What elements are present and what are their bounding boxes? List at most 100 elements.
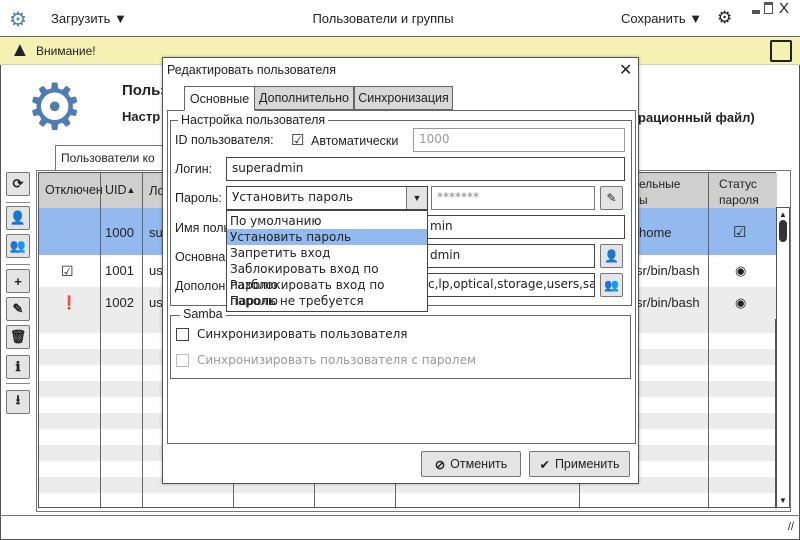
col-pass-status-2: пароля (719, 193, 759, 207)
uid-cell: 1002 (105, 295, 134, 310)
user-icon: 👤 (604, 249, 619, 263)
dialog-title: Редактировать пользователя (167, 63, 336, 77)
edit-button[interactable]: ✎ (6, 297, 30, 321)
dropdown-option[interactable]: Разблокировать вход по паролю (227, 277, 427, 308)
col-uid[interactable]: UID ▲ (105, 183, 135, 197)
password-mode-dropdown: По умолчанию Установить пароль Запретить… (226, 210, 428, 312)
settings-gear-icon[interactable]: ⚙ (717, 8, 732, 28)
col-uid-label: UID (105, 183, 127, 197)
apply-button[interactable]: ✔ Применить (529, 451, 630, 477)
id-label: ID пользователя: (175, 133, 274, 147)
scroll-thumb[interactable] (779, 220, 787, 242)
password-field[interactable]: ******* (431, 186, 595, 210)
cancel-label: Отменить (450, 457, 508, 471)
col-divider (142, 172, 143, 508)
dropdown-option-selected[interactable]: Установить пароль (227, 229, 427, 245)
resize-grip-icon[interactable]: // (788, 521, 794, 533)
select-group-button[interactable]: 👤 (600, 244, 623, 268)
pencil-icon: ✎ (606, 191, 617, 205)
warning-box-icon: ❗ (61, 295, 78, 310)
checkbox-checked-icon: ☑ (733, 224, 747, 241)
dialog-close-button[interactable]: ✕ (619, 60, 632, 80)
sync-password-label: Синхронизировать пользователя с паролем (197, 353, 476, 367)
login-cell: us (149, 263, 163, 278)
import-button[interactable]: ⭳ (6, 390, 30, 414)
dropdown-option[interactable]: Пароль не требуется (227, 293, 427, 309)
maximize-button[interactable] (764, 2, 773, 14)
dropdown-option[interactable]: Заблокировать вход по паролю (227, 261, 427, 292)
page-subtitle-tail: рационный файл) (638, 110, 755, 125)
cancel-button[interactable]: ⊘ Отменить (421, 451, 521, 477)
col-groups-2: ы (639, 193, 648, 207)
uid-cell: 1001 (105, 263, 134, 278)
check-icon: ✔ (539, 457, 550, 472)
dropdown-option[interactable]: По умолчанию (227, 213, 427, 229)
auto-label: Автоматически (311, 134, 399, 148)
extra-groups-label: Дополон (175, 279, 226, 293)
edit-password-button[interactable]: ✎ (600, 186, 623, 210)
password-label: Пароль: (175, 191, 222, 205)
samba-group (170, 315, 631, 379)
uid-field[interactable]: 1000 (413, 128, 625, 152)
page-title: Польз (122, 82, 168, 99)
header-gear-icon: ⚙ (26, 71, 84, 143)
page-subtitle: Настр (122, 109, 161, 124)
delete-button[interactable]: 🗑 (6, 325, 30, 349)
scroll-up-icon[interactable]: ▲ (779, 210, 787, 219)
shell-cell: sr/bin/bash (636, 295, 700, 310)
col-divider (708, 172, 709, 508)
save-lock-icon[interactable] (770, 40, 792, 62)
save-menu[interactable]: Сохранить ▼ (621, 11, 702, 26)
users-icon: 👥 (604, 278, 619, 292)
primary-group-label: Основна (175, 250, 226, 264)
uid-cell: 1000 (105, 225, 134, 240)
tab-basic[interactable]: Основные (184, 86, 255, 111)
col-divider (100, 172, 101, 508)
sync-password-checkbox[interactable]: Синхронизировать пользователя с паролем (176, 353, 476, 367)
radio-dot-icon: ◉ (735, 295, 747, 310)
login-cell: su (149, 225, 163, 240)
caret-down-icon: ▼ (689, 11, 703, 26)
password-mode-select[interactable]: Установить пароль (226, 186, 428, 210)
tab-sync[interactable]: Синхронизация (354, 86, 453, 110)
warning-icon: ▲ (10, 39, 30, 61)
shell-cell: sr/bin/bash (636, 263, 700, 278)
login-label: Логин: (175, 162, 213, 176)
vertical-scrollbar[interactable]: ▲ ▼ (776, 207, 790, 508)
radio-dot-icon: ◉ (735, 263, 747, 278)
groups-button[interactable]: 👥 (6, 234, 30, 258)
shell-cell: home (639, 225, 672, 240)
col-disabled[interactable]: Отключен (45, 183, 103, 197)
refresh-button[interactable]: ⟳ (6, 172, 30, 196)
divider (6, 383, 30, 384)
select-groups-button[interactable]: 👥 (600, 273, 623, 297)
auto-checkbox[interactable]: ☑ (291, 133, 304, 148)
col-groups[interactable]: ельные (639, 177, 680, 191)
dropdown-option[interactable]: Запретить вход (227, 245, 427, 261)
group-title: Настройка пользователя (178, 113, 329, 127)
login-field[interactable]: superadmin (226, 157, 625, 181)
info-button[interactable]: ℹ (6, 355, 30, 379)
tab-users[interactable]: Пользователи ко (55, 145, 170, 171)
save-label: Сохранить (621, 11, 686, 26)
close-window-button[interactable]: X (779, 0, 789, 17)
col-pass-status[interactable]: Статус (719, 177, 757, 191)
status-bar: // (0, 515, 800, 540)
samba-title: Samba (180, 307, 226, 321)
chevron-down-icon[interactable]: ▼ (406, 187, 427, 209)
sync-user-label: Синхронизировать пользователя (197, 327, 408, 341)
login-cell: us (149, 295, 163, 310)
add-button[interactable]: + (6, 269, 30, 293)
cancel-icon: ⊘ (434, 457, 446, 472)
apply-label: Применить (554, 457, 620, 471)
sync-user-checkbox[interactable]: Синхронизировать пользователя (176, 327, 408, 341)
user-card-button[interactable]: 👤 (6, 206, 30, 230)
divider (6, 202, 30, 203)
checkbox (176, 327, 189, 341)
password-mode-value: Установить пароль (232, 190, 354, 204)
tab-advanced[interactable]: Дополнительно (254, 86, 354, 110)
title-bar: ⚙ Загрузить ▼ Пользователи и группы Сохр… (0, 0, 800, 37)
minimize-button[interactable] (752, 10, 760, 14)
divider (6, 264, 30, 265)
scroll-down-icon[interactable]: ▼ (779, 496, 787, 505)
